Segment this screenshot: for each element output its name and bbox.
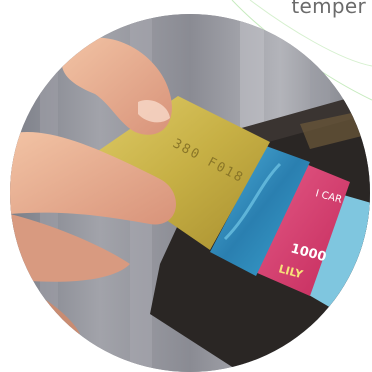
credit-card-wallet-photo: I CAR 1000 LILY 380 F018 (10, 14, 370, 372)
photo-circle: I CAR 1000 LILY 380 F018 (10, 14, 370, 372)
caption-text: temper (291, 0, 366, 18)
